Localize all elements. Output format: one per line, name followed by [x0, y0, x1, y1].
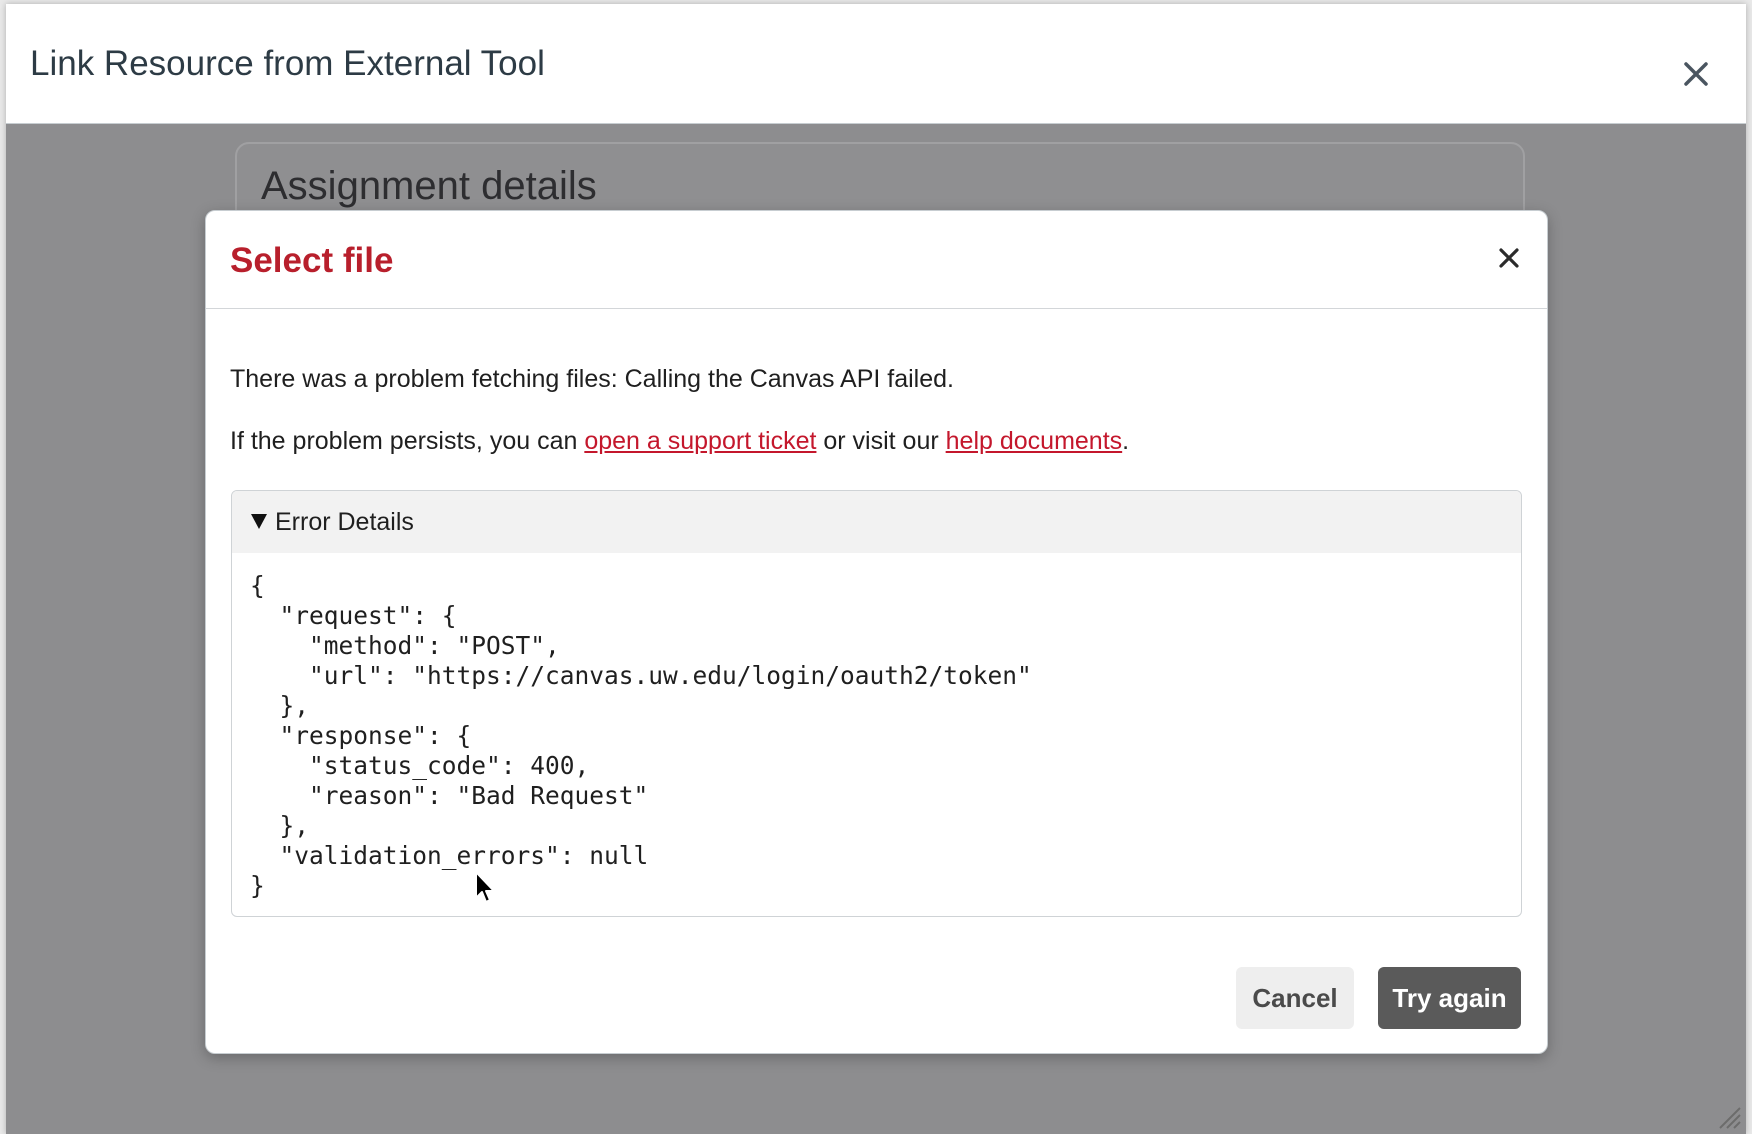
close-icon	[1499, 248, 1519, 268]
dialog-header: Select file	[206, 211, 1547, 309]
support-ticket-link[interactable]: open a support ticket	[584, 427, 816, 455]
triangle-down-icon	[251, 514, 267, 529]
resize-handle-icon[interactable]	[1714, 1102, 1742, 1130]
close-icon	[1684, 62, 1708, 86]
try-again-button[interactable]: Try again	[1378, 967, 1521, 1029]
help-documents-link[interactable]: help documents	[946, 427, 1123, 455]
support-prefix-text: If the problem persists, you can	[230, 427, 585, 455]
support-message: If the problem persists, you can open a …	[230, 427, 1129, 456]
support-middle-text: or visit our	[816, 427, 946, 455]
error-details-label: Error Details	[275, 508, 414, 536]
assignment-details-title: Assignment details	[261, 164, 597, 208]
outer-modal-title: Link Resource from External Tool	[30, 44, 545, 83]
cancel-button[interactable]: Cancel	[1236, 967, 1354, 1029]
support-suffix-text: .	[1122, 427, 1130, 455]
select-file-dialog: Select file There was a problem fetching…	[205, 210, 1548, 1054]
outer-modal-header: Link Resource from External Tool	[6, 4, 1746, 124]
error-details-panel: Error Details { "request": { "method": "…	[231, 490, 1522, 917]
dialog-title: Select file	[230, 241, 394, 280]
error-details-toggle[interactable]: Error Details	[232, 491, 1521, 553]
error-details-code: { "request": { "method": "POST", "url": …	[250, 571, 1032, 900]
outer-close-button[interactable]	[1674, 52, 1718, 96]
error-message: There was a problem fetching files: Call…	[230, 365, 954, 393]
dialog-close-button[interactable]	[1492, 241, 1526, 275]
mouse-pointer-icon	[475, 871, 495, 903]
